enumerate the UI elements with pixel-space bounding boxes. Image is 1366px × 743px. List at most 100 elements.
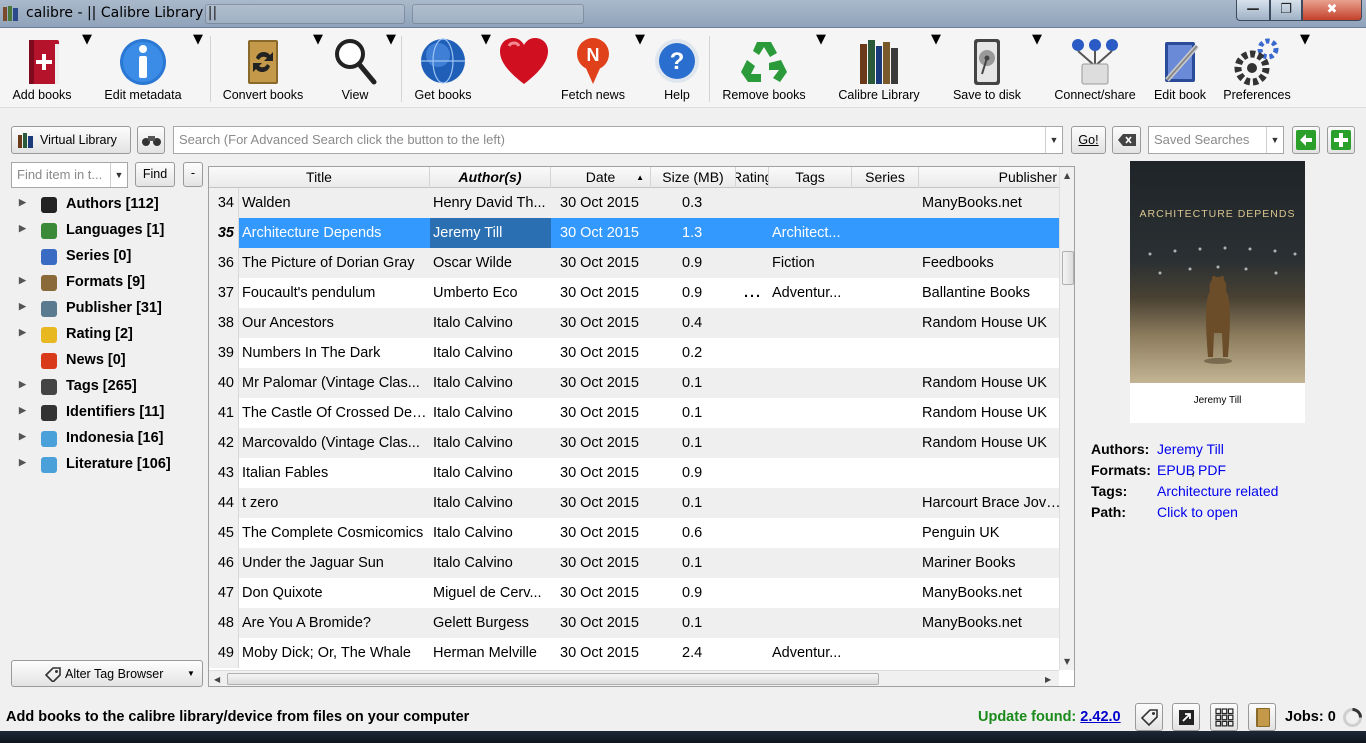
book-cover[interactable]: ARCHITECTURE DEPENDS Jeremy Till bbox=[1130, 161, 1305, 423]
table-row[interactable]: 34 Walden Henry David Th... 30 Oct 2015 0.3 M… bbox=[209, 188, 1059, 218]
save-to-disk-dropdown-icon[interactable]: ▼ bbox=[1032, 32, 1042, 106]
expand-arrow-icon[interactable]: ▶ bbox=[19, 301, 26, 312]
expand-arrow-icon[interactable]: ▶ bbox=[19, 405, 26, 416]
minimize-button[interactable]: — bbox=[1236, 0, 1270, 21]
tag-browser-category[interactable]: ▶ Languages [1] bbox=[6, 218, 202, 242]
update-version-link[interactable]: 2.42.0 bbox=[1080, 709, 1120, 725]
tag-browser-category[interactable]: News [0] bbox=[6, 348, 202, 372]
table-row[interactable]: 47 Don Quixote Miguel de Cerv... 30 Oct 201… bbox=[209, 578, 1059, 608]
details-tags-link[interactable]: Architecture related bbox=[1157, 483, 1278, 499]
saved-searches-select[interactable]: Saved Searches ▼ bbox=[1148, 126, 1284, 154]
tag-browser-category[interactable]: ▶ Rating [2] bbox=[6, 322, 202, 346]
copy-search-button[interactable] bbox=[1292, 126, 1320, 154]
horizontal-scrollbar-thumb[interactable] bbox=[227, 673, 879, 685]
donate-button[interactable] bbox=[496, 32, 552, 106]
details-format-pdf-link[interactable]: PDF bbox=[1198, 462, 1226, 478]
clear-search-button[interactable] bbox=[1112, 126, 1141, 154]
column-header-size[interactable]: Size (MB) bbox=[651, 167, 736, 188]
column-header-publisher[interactable]: Publisher bbox=[919, 167, 1059, 188]
column-header-tags[interactable]: Tags bbox=[769, 167, 852, 188]
go-button[interactable]: Go! bbox=[1071, 126, 1106, 154]
book-details-toggle-button[interactable] bbox=[1172, 703, 1200, 731]
scroll-left-icon[interactable]: ◀ bbox=[214, 675, 220, 684]
remove-books-button[interactable]: Remove books bbox=[716, 32, 812, 106]
table-row[interactable]: 40 Mr Palomar (Vintage Clas... Italo Calvi… bbox=[209, 368, 1059, 398]
edit-book-button[interactable]: Edit book bbox=[1146, 32, 1214, 106]
expand-arrow-icon[interactable]: ▶ bbox=[19, 197, 26, 208]
tag-browser-category[interactable]: Series [0] bbox=[6, 244, 202, 268]
table-row[interactable]: 46 Under the Jaguar Sun Italo Calvino 30 Oc… bbox=[209, 548, 1059, 578]
add-books-button[interactable]: Add books bbox=[4, 32, 80, 106]
calibre-library-button[interactable]: Calibre Library bbox=[832, 32, 926, 106]
edit-metadata-button[interactable]: Edit metadata bbox=[98, 32, 188, 106]
scroll-right-icon[interactable]: ▶ bbox=[1045, 675, 1051, 684]
saved-searches-dropdown-icon[interactable]: ▼ bbox=[1266, 127, 1283, 153]
alter-tag-browser-button[interactable]: Alter Tag Browser ▼ bbox=[11, 660, 203, 687]
vertical-scrollbar-thumb[interactable] bbox=[1062, 251, 1074, 285]
advanced-search-button[interactable] bbox=[137, 126, 165, 154]
view-dropdown-icon[interactable]: ▼ bbox=[386, 32, 396, 106]
get-books-dropdown-icon[interactable]: ▼ bbox=[481, 32, 491, 106]
table-row[interactable]: 37 Foucault's pendulum Umberto Eco 30 Oct 2… bbox=[209, 278, 1059, 308]
tag-browser-category[interactable]: ▶ Indonesia [16] bbox=[6, 426, 202, 450]
table-row[interactable]: 44 t zero Italo Calvino 30 Oct 2015 0.1 Harco… bbox=[209, 488, 1062, 518]
remove-books-dropdown-icon[interactable]: ▼ bbox=[816, 32, 826, 106]
tag-browser-category[interactable]: ▶ Authors [112] bbox=[6, 192, 202, 216]
tag-browser-category[interactable]: ▶ Tags [265] bbox=[6, 374, 202, 398]
details-path-link[interactable]: Click to open bbox=[1157, 504, 1238, 520]
table-row[interactable]: 45 The Complete Cosmicomics Italo Calvino 3… bbox=[209, 518, 1059, 548]
tag-browser-category[interactable]: ▶ Literature [106] bbox=[6, 452, 202, 476]
connect-share-button[interactable]: Connect/share bbox=[1048, 32, 1142, 106]
table-row[interactable]: 49 Moby Dick; Or, The Whale Herman Melvill… bbox=[209, 638, 1059, 668]
tag-browser-category[interactable]: ▶ Identifiers [11] bbox=[6, 400, 202, 424]
table-row[interactable]: 43 Italian Fables Italo Calvino 30 Oct 2015… bbox=[209, 458, 1059, 488]
table-row[interactable]: 41 The Castle Of Crossed Des... Italo Calv… bbox=[209, 398, 1059, 428]
preferences-dropdown-icon[interactable]: ▼ bbox=[1300, 32, 1310, 106]
calibre-library-dropdown-icon[interactable]: ▼ bbox=[931, 32, 941, 106]
horizontal-scrollbar[interactable]: ◀ ▶ bbox=[209, 670, 1059, 686]
table-row[interactable]: 35 Architecture Depends Jeremy Till 30 Oct … bbox=[209, 218, 1059, 248]
maximize-button[interactable]: ❐ bbox=[1270, 0, 1302, 21]
cover-grid-toggle-button[interactable] bbox=[1210, 703, 1238, 731]
preferences-button[interactable]: Preferences bbox=[1218, 32, 1296, 106]
collapse-all-button[interactable]: - bbox=[183, 162, 203, 187]
expand-arrow-icon[interactable]: ▶ bbox=[19, 275, 26, 286]
table-row[interactable]: 48 Are You A Bromide? Gelett Burgess 30 Oct… bbox=[209, 608, 1059, 638]
convert-books-button[interactable]: Convert books bbox=[218, 32, 308, 106]
save-to-disk-button[interactable]: Save to disk bbox=[948, 32, 1026, 106]
column-header-rating[interactable]: Rating bbox=[736, 167, 769, 188]
jobs-count[interactable]: Jobs: 0 bbox=[1285, 709, 1336, 725]
find-dropdown-icon[interactable]: ▼ bbox=[110, 163, 127, 187]
close-button[interactable]: ✖ bbox=[1302, 0, 1362, 21]
table-row[interactable]: 42 Marcovaldo (Vintage Clas... Italo Calvi… bbox=[209, 428, 1059, 458]
expand-arrow-icon[interactable]: ▶ bbox=[19, 379, 26, 390]
edit-metadata-dropdown-icon[interactable]: ▼ bbox=[193, 32, 203, 106]
column-header-date[interactable]: Date ▲ bbox=[551, 167, 651, 188]
cover-browser-toggle-button[interactable] bbox=[1248, 703, 1276, 731]
expand-arrow-icon[interactable]: ▶ bbox=[19, 431, 26, 442]
find-button[interactable]: Find bbox=[135, 162, 175, 187]
column-header-authors[interactable]: Author(s) bbox=[430, 167, 551, 188]
table-row[interactable]: 38 Our Ancestors Italo Calvino 30 Oct 2015 0… bbox=[209, 308, 1059, 338]
get-books-button[interactable]: Get books bbox=[408, 32, 478, 106]
vertical-scrollbar[interactable]: ▲ ▼ bbox=[1059, 167, 1074, 670]
tag-browser-category[interactable]: ▶ Publisher [31] bbox=[6, 296, 202, 320]
details-authors-link[interactable]: Jeremy Till bbox=[1157, 441, 1224, 457]
save-search-button[interactable] bbox=[1327, 126, 1355, 154]
tag-browser-find-input[interactable]: Find item in t... ▼ bbox=[11, 162, 128, 188]
table-row[interactable]: 39 Numbers In The Dark Italo Calvino 30 Oct… bbox=[209, 338, 1059, 368]
view-button[interactable]: View bbox=[328, 32, 382, 106]
table-row[interactable]: 36 The Picture of Dorian Gray Oscar Wilde 3… bbox=[209, 248, 1059, 278]
search-input[interactable]: Search (For Advanced Search click the bu… bbox=[173, 126, 1063, 154]
column-header-series[interactable]: Series bbox=[852, 167, 919, 188]
tag-browser-category[interactable]: ▶ Formats [9] bbox=[6, 270, 202, 294]
help-button[interactable]: ? Help bbox=[650, 32, 704, 106]
virtual-library-button[interactable]: Virtual Library bbox=[11, 126, 131, 154]
search-history-dropdown-icon[interactable]: ▼ bbox=[1045, 127, 1062, 153]
fetch-news-dropdown-icon[interactable]: ▼ bbox=[635, 32, 645, 106]
details-format-epub-link[interactable]: EPUB bbox=[1157, 462, 1195, 478]
tag-browser-toggle-button[interactable] bbox=[1135, 703, 1163, 731]
expand-arrow-icon[interactable]: ▶ bbox=[19, 223, 26, 234]
fetch-news-button[interactable]: N Fetch news bbox=[556, 32, 630, 106]
expand-arrow-icon[interactable]: ▶ bbox=[19, 327, 26, 338]
